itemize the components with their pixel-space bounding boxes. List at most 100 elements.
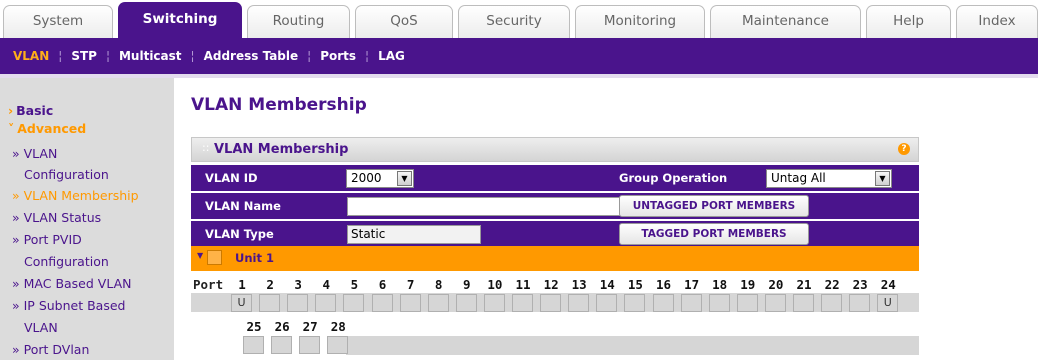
nav-item-mac-based-vlan[interactable]: » MAC Based VLAN — [12, 276, 132, 291]
port-cell-13[interactable] — [568, 294, 590, 312]
nav-item-vlan-membership[interactable]: » VLAN Membership — [12, 188, 139, 203]
submenu-ports[interactable]: Ports — [320, 49, 356, 63]
port-cell-20[interactable] — [764, 294, 786, 312]
port-cell-2[interactable] — [259, 294, 281, 312]
port-number-20: 20 — [768, 277, 784, 292]
tagged-port-members-button[interactable]: TAGGED PORT MEMBERS — [619, 223, 809, 245]
submenu-multicast[interactable]: Multicast — [119, 49, 182, 63]
port-number-5: 5 — [350, 277, 359, 292]
tab-switching[interactable]: Switching — [118, 2, 242, 38]
nav-item-vlan-configuration[interactable]: » VLAN — [12, 146, 57, 161]
port-number-10: 10 — [487, 277, 503, 292]
vlan-id-select[interactable]: 2000 ▼ — [346, 169, 414, 188]
port-cell-18[interactable] — [708, 294, 730, 312]
nav-item-ip-subnet-vlan[interactable]: » IP Subnet Based — [12, 298, 125, 313]
unit-select-box[interactable] — [207, 250, 222, 265]
tab-qos[interactable]: QoS — [355, 5, 453, 38]
port-cell-6[interactable] — [371, 294, 393, 312]
nav-item-vlan-configuration-line2[interactable]: Configuration — [24, 167, 109, 182]
port-cell-25[interactable] — [243, 336, 264, 354]
chevron-right-icon: › — [8, 103, 14, 118]
port-cell-21[interactable] — [793, 294, 814, 312]
port-cell-28[interactable] — [327, 336, 349, 354]
help-icon[interactable]: ? — [898, 143, 910, 155]
tab-index[interactable]: Index — [956, 5, 1038, 38]
port-cell-9[interactable] — [455, 294, 477, 312]
submenu-vlan[interactable]: VLAN — [13, 49, 49, 63]
port-number-15: 15 — [627, 277, 643, 292]
port-cell-4[interactable] — [315, 294, 337, 312]
sub-menu-bar: VLAN ¦ STP ¦ Multicast ¦ Address Table ¦… — [0, 38, 1038, 74]
port-number-3: 3 — [294, 277, 302, 292]
submenu-separator: ¦ — [307, 49, 312, 63]
submenu-separator: ¦ — [105, 49, 110, 63]
vlan-id-value: 2000 — [351, 171, 382, 185]
port-number-16: 16 — [655, 277, 672, 292]
port-number-6: 6 — [378, 277, 387, 292]
port-cell-19[interactable] — [736, 294, 758, 312]
port-number-14: 14 — [599, 277, 615, 292]
nav-item-port-pvid-line2[interactable]: Configuration — [24, 254, 109, 269]
nav-basic[interactable]: › Basic — [8, 103, 53, 118]
vlan-name-input[interactable] — [347, 197, 621, 216]
nav-item-vlan-status[interactable]: » VLAN Status — [12, 210, 101, 225]
submenu-separator: ¦ — [365, 49, 370, 63]
port-cell-3[interactable] — [287, 294, 309, 312]
port-cell-23[interactable] — [849, 294, 871, 312]
port-row-2-strip — [346, 336, 919, 355]
tab-help[interactable]: Help — [866, 5, 951, 38]
untagged-port-members-button[interactable]: UNTAGGED PORT MEMBERS — [619, 195, 809, 217]
dropdown-arrow-icon: ▼ — [397, 171, 412, 186]
dropdown-arrow-icon: ▼ — [875, 171, 890, 186]
vlan-id-row: VLAN ID 2000 ▼ Group Operation Untag All… — [191, 165, 919, 192]
unit-bar[interactable]: ▼ Unit 1 — [191, 246, 919, 271]
port-cell-1[interactable]: U — [231, 294, 252, 312]
tab-system[interactable]: System — [3, 5, 113, 38]
port-cell-14[interactable] — [596, 294, 618, 312]
nav-item-ip-subnet-vlan-line2[interactable]: VLAN — [24, 320, 58, 335]
submenu-address-table[interactable]: Address Table — [204, 49, 299, 63]
nav-item-port-pvid[interactable]: » Port PVID — [12, 232, 82, 247]
port-cell-8[interactable] — [427, 294, 449, 312]
group-operation-value: Untag All — [771, 171, 826, 185]
port-number-13: 13 — [571, 277, 587, 292]
port-cell-11[interactable] — [512, 294, 533, 312]
port-cell-12[interactable] — [540, 294, 562, 312]
port-number-18: 18 — [712, 277, 728, 292]
page-title: VLAN Membership — [191, 95, 367, 115]
port-cell-17[interactable] — [680, 294, 702, 312]
main-tab-bar: System Switching Routing QoS Security Mo… — [0, 0, 1038, 38]
vlan-type-row: VLAN Type Static TAGGED PORT MEMBERS — [191, 221, 919, 248]
nav-advanced[interactable]: ˅ Advanced — [8, 121, 86, 136]
submenu-lag[interactable]: LAG — [378, 49, 405, 63]
port-number-17: 17 — [684, 277, 700, 292]
vlan-id-label: VLAN ID — [205, 171, 258, 185]
port-cell-10[interactable] — [483, 294, 505, 312]
port-number-26: 26 — [274, 319, 290, 334]
nav-item-port-dvlan[interactable]: » Port DVlan — [12, 342, 89, 357]
port-cell-15[interactable] — [624, 294, 646, 312]
port-cell-22[interactable] — [821, 294, 843, 312]
unit-label: Unit 1 — [235, 251, 274, 265]
collapse-triangle-icon[interactable]: ▼ — [197, 251, 203, 260]
port-cell-5[interactable] — [343, 294, 365, 312]
vlan-type-field: Static — [347, 225, 481, 244]
port-cell-27[interactable] — [299, 336, 321, 354]
tab-monitoring[interactable]: Monitoring — [575, 5, 705, 38]
tab-maintenance[interactable]: Maintenance — [710, 5, 861, 38]
port-number-4: 4 — [322, 277, 331, 292]
port-cell-7[interactable] — [399, 294, 421, 312]
port-cell-24[interactable]: U — [877, 294, 899, 312]
port-number-28: 28 — [330, 319, 346, 334]
group-operation-select[interactable]: Untag All ▼ — [766, 169, 892, 188]
submenu-stp[interactable]: STP — [71, 49, 97, 63]
port-label: Port — [193, 277, 224, 292]
tab-security[interactable]: Security — [458, 5, 570, 38]
port-number-11: 11 — [515, 277, 531, 292]
port-cell-16[interactable] — [652, 294, 674, 312]
chevron-down-icon: ˅ — [8, 121, 15, 136]
tab-routing[interactable]: Routing — [247, 5, 350, 38]
port-number-22: 22 — [824, 277, 840, 292]
port-number-2: 2 — [266, 277, 274, 292]
port-cell-26[interactable] — [271, 336, 293, 354]
